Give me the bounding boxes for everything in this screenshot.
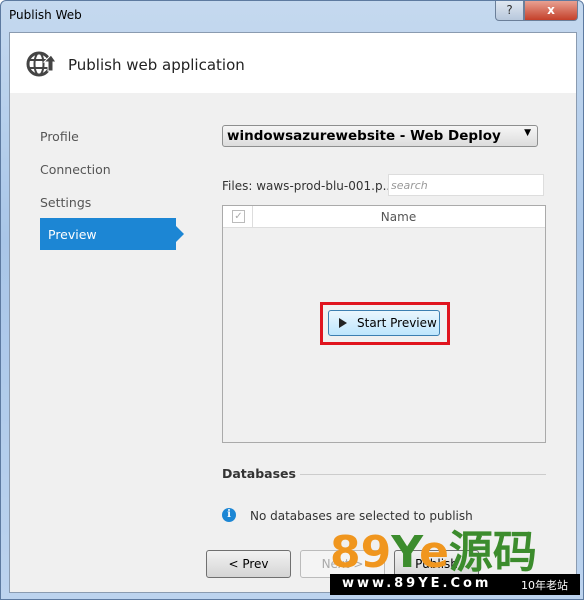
watermark-logo: 89Ye源码 www.89YE.Com 10年老站 xyxy=(330,529,580,597)
start-preview-label: Start Preview xyxy=(357,316,437,330)
nav-item-settings[interactable]: Settings xyxy=(40,195,91,210)
prev-button[interactable]: < Prev xyxy=(206,550,291,578)
nav-item-preview[interactable]: Preview xyxy=(40,218,184,250)
files-value: waws-prod-blu-001.p... xyxy=(256,179,395,193)
nav-item-connection[interactable]: Connection xyxy=(40,162,111,177)
databases-info: No databases are selected to publish xyxy=(250,509,473,523)
files-label: Files: waws-prod-blu-001.p... xyxy=(222,179,394,193)
databases-heading: Databases xyxy=(222,466,296,481)
search-input[interactable]: search xyxy=(388,174,544,196)
close-button[interactable]: x xyxy=(524,1,578,21)
dialog-body: Publish web application Profile Connecti… xyxy=(9,32,577,593)
select-all-checkbox[interactable]: ✓ xyxy=(232,210,245,223)
publish-web-dialog: Publish Web ? x Publish web application … xyxy=(0,0,584,600)
profile-select[interactable]: windowsazurewebsite - Web Deploy ▼ xyxy=(222,125,538,147)
divider xyxy=(300,474,546,475)
nav-item-profile[interactable]: Profile xyxy=(40,129,79,144)
grid-header: ✓ Name xyxy=(223,206,545,228)
info-icon: i xyxy=(222,508,236,522)
page-title: Publish web application xyxy=(68,56,245,74)
window-title: Publish Web xyxy=(9,8,82,22)
start-preview-button[interactable]: Start Preview xyxy=(328,310,440,336)
files-label-text: Files: xyxy=(222,179,253,193)
play-icon xyxy=(339,318,347,328)
profile-select-value: windowsazurewebsite - Web Deploy xyxy=(227,128,501,144)
globe-publish-icon xyxy=(26,51,56,77)
column-name-header[interactable]: Name xyxy=(252,210,545,224)
header: Publish web application xyxy=(10,33,576,93)
dropdown-arrow-icon: ▼ xyxy=(524,128,531,138)
help-button[interactable]: ? xyxy=(495,1,524,21)
